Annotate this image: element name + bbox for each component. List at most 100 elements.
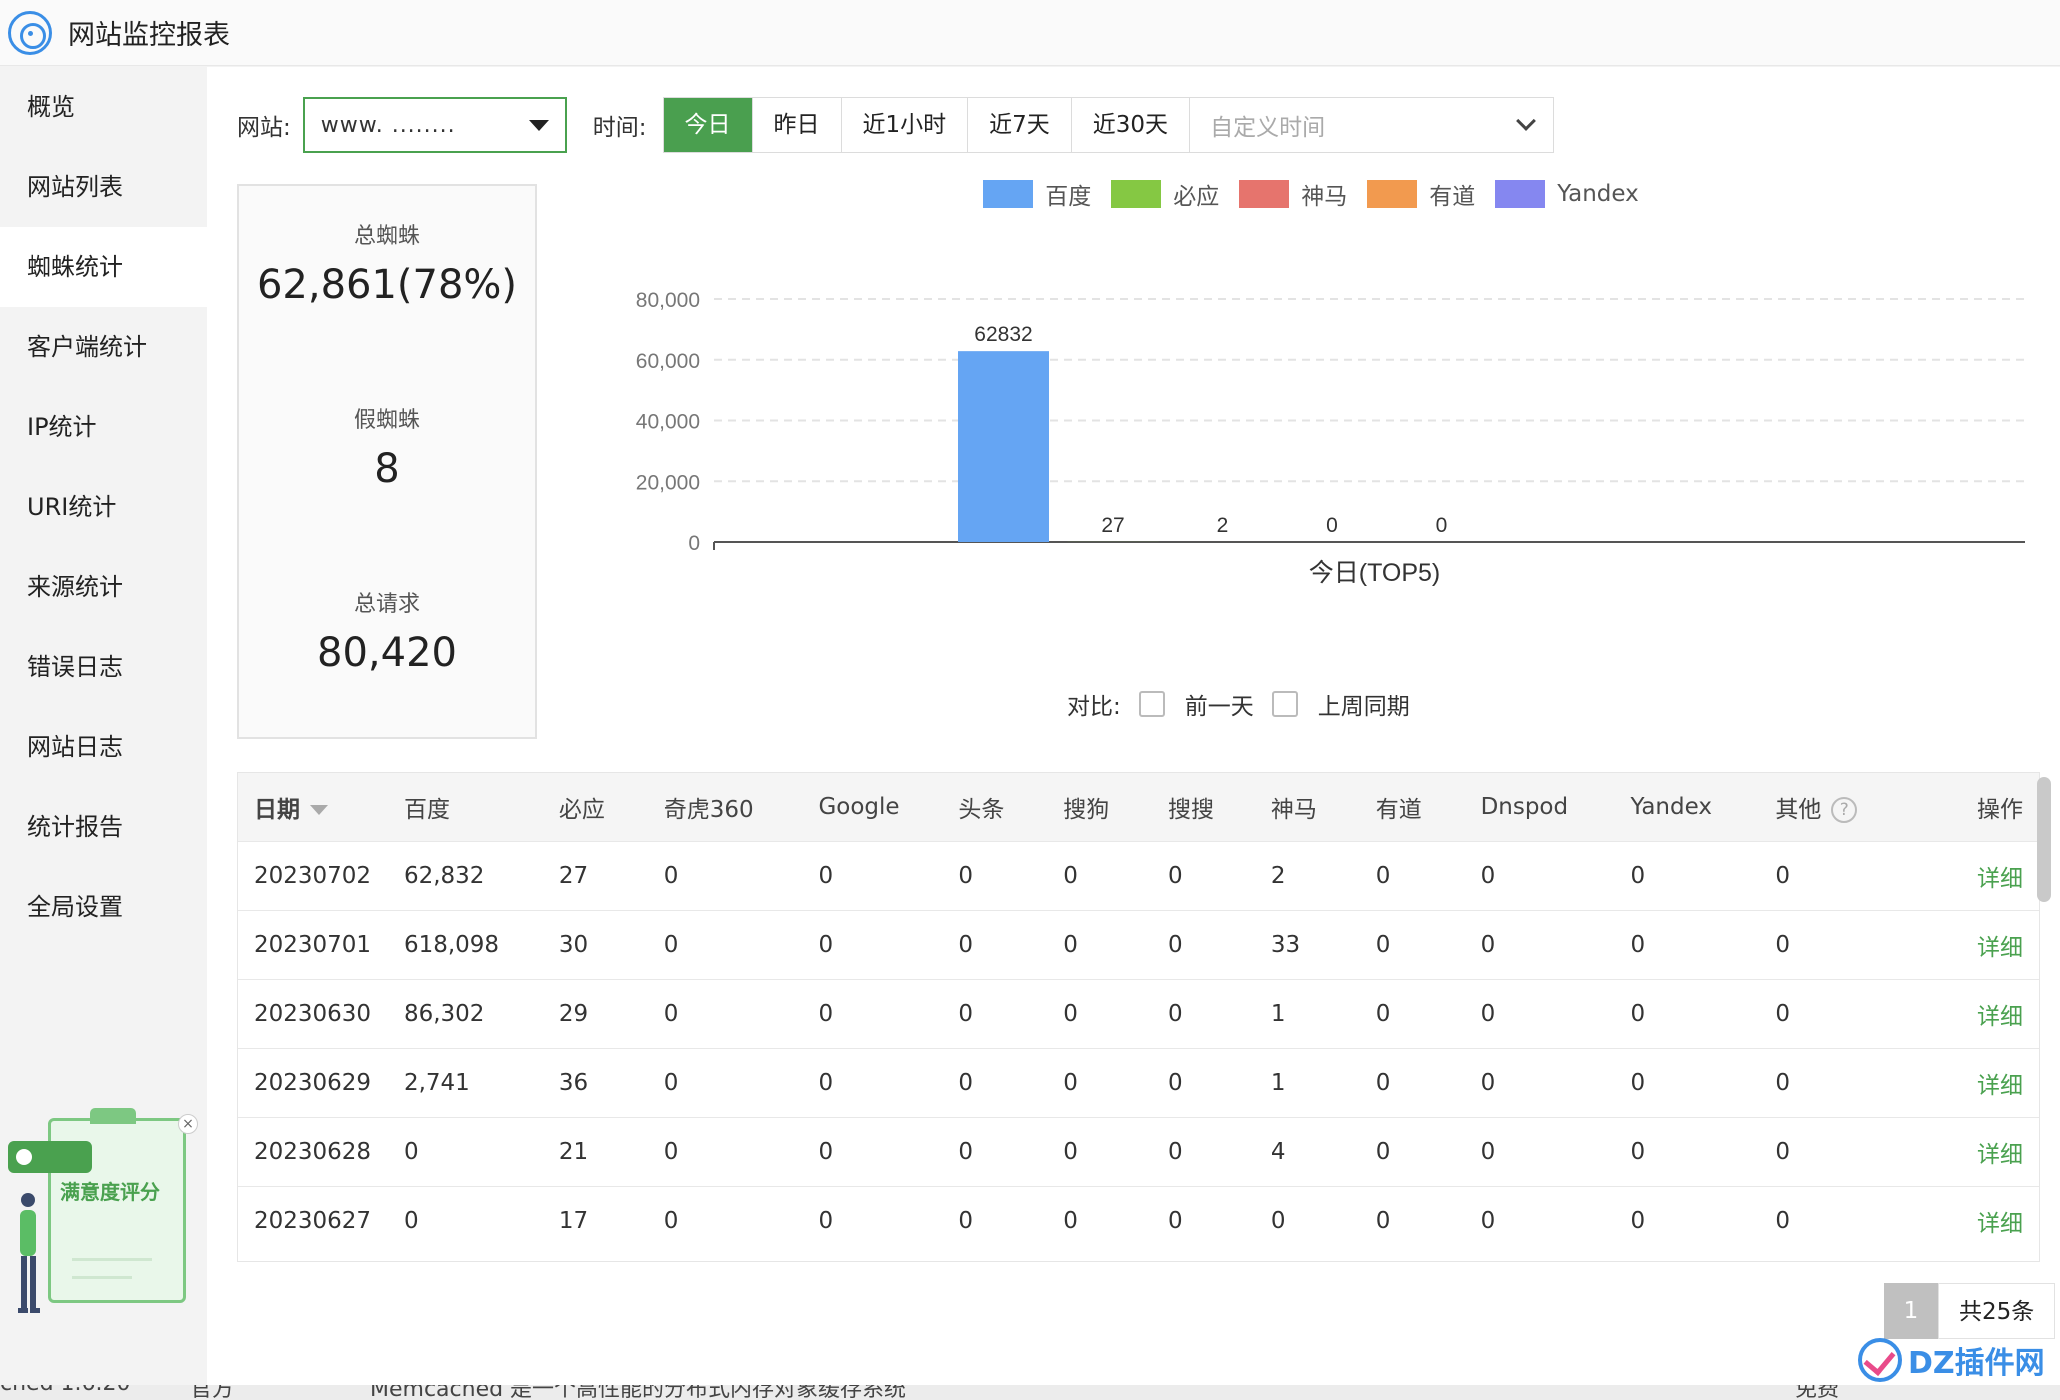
table-cell: 0 xyxy=(802,1185,943,1255)
table-cell: 0 xyxy=(1359,1185,1465,1255)
table-cell: 21 xyxy=(542,1116,648,1186)
table-cell: 0 xyxy=(942,840,1048,910)
table-cell: 0 xyxy=(1359,1116,1465,1186)
detail-link[interactable]: 详细 xyxy=(1929,978,2039,1048)
table-cell: 0 xyxy=(1614,840,1760,910)
table-cell: 0 xyxy=(1614,1047,1760,1117)
table-cell: 20230630 xyxy=(238,978,388,1048)
bar-chart-svg: 0 20,000 40,000 60,000 80,000 62832 27 2 0 0 今日(TO… xyxy=(636,289,2025,587)
sidebar-item[interactable]: 概览 xyxy=(0,67,207,147)
table-cell: 618,098 xyxy=(387,909,543,979)
detail-link[interactable]: 详细 xyxy=(1929,1116,2039,1186)
table-row: 20230701 618,098 30 0 0 0 0 0 33 0 0 0 0 详细 xyxy=(238,909,2039,979)
detail-link[interactable]: 详细 xyxy=(1929,1185,2039,1255)
bar-value-label: 0 xyxy=(1436,514,1448,537)
table-cell: 0 xyxy=(1152,1047,1255,1117)
sidebar-item[interactable]: 网站列表 xyxy=(0,147,207,227)
time-range-button[interactable]: 近7天 xyxy=(968,98,1072,152)
column-header: 有道 xyxy=(1360,773,1465,841)
table-cell: 0 xyxy=(647,1047,803,1117)
total-request-stat: 总请求 80,420 xyxy=(239,586,535,676)
table-cell: 0 xyxy=(1359,1047,1465,1117)
table-cell: 0 xyxy=(1759,1185,1930,1255)
time-range-group: 今日 昨日 近1小时 近7天 近30天 自定义时间 xyxy=(662,97,1555,153)
y-tick-label: 60,000 xyxy=(636,350,700,373)
table-row: 20230702 62,832 27 0 0 0 0 0 2 0 0 0 0 详细 xyxy=(238,840,2039,910)
sidebar-item[interactable]: IP统计 xyxy=(0,387,207,467)
table-cell: 0 xyxy=(1614,909,1760,979)
column-header-label: 搜搜 xyxy=(1168,796,1215,823)
table-cell: 0 xyxy=(1047,978,1153,1048)
compare-last-week-checkbox[interactable] xyxy=(1271,691,1298,717)
table-cell: 62,832 xyxy=(387,840,543,910)
table-cell: 0 xyxy=(1759,1047,1930,1117)
table-cell: 1 xyxy=(1254,1047,1360,1117)
table-cell: 0 xyxy=(1047,1047,1153,1117)
column-header: 百度 xyxy=(388,773,543,841)
site-select-value: www. ........ xyxy=(320,112,456,138)
table-cell: 0 xyxy=(942,909,1048,979)
watermark-text: DZ插件网 xyxy=(1908,1346,2045,1381)
time-range-button[interactable]: 近30天 xyxy=(1071,98,1191,152)
site-select[interactable]: www. ........ xyxy=(302,97,567,153)
stats-panel: 总蜘蛛 62,861(78%) 假蜘蛛 8 总请求 80,420 xyxy=(237,184,537,739)
bar-value-label: 2 xyxy=(1217,514,1229,537)
table-cell: 0 xyxy=(1047,1185,1153,1255)
column-header: 搜搜 xyxy=(1152,773,1255,841)
fake-spider-stat: 假蜘蛛 8 xyxy=(239,402,535,492)
time-range-button[interactable]: 近1小时 xyxy=(841,98,969,152)
column-header-label: 必应 xyxy=(558,796,605,823)
time-label: 时间: xyxy=(592,115,647,141)
sidebar-item[interactable]: URI统计 xyxy=(0,467,207,547)
toggle-badge-icon xyxy=(8,1141,92,1173)
table-cell: 0 xyxy=(1759,978,1930,1048)
table-cell: 17 xyxy=(542,1185,648,1255)
bg-source: 官方 xyxy=(190,1385,235,1400)
table-cell: 0 xyxy=(1152,909,1255,979)
sidebar-item[interactable]: 来源统计 xyxy=(0,547,207,627)
time-range-button[interactable]: 今日 xyxy=(663,98,753,152)
sidebar-item[interactable]: 蜘蛛统计 xyxy=(0,227,207,307)
compare-label: 对比: xyxy=(1067,694,1121,720)
compare-prev-day-checkbox[interactable] xyxy=(1138,691,1165,717)
sidebar-item[interactable]: 全局设置 xyxy=(0,867,207,947)
sidebar-item[interactable]: 网站日志 xyxy=(0,707,207,787)
column-header: 搜狗 xyxy=(1047,773,1152,841)
bar-value-label: 27 xyxy=(1101,514,1124,537)
bg-price: 免费 xyxy=(1795,1385,1840,1400)
table-scrollbar[interactable] xyxy=(2037,777,2051,902)
detail-link[interactable]: 详细 xyxy=(1929,1047,2039,1117)
time-range-button[interactable]: 昨日 xyxy=(752,98,842,152)
table-cell: 0 xyxy=(1759,909,1930,979)
card-line-icon xyxy=(72,1258,152,1261)
close-icon[interactable]: × xyxy=(178,1114,198,1134)
satisfaction-widget[interactable]: 满意度评分 × xyxy=(8,1108,198,1323)
sidebar-item[interactable]: 错误日志 xyxy=(0,627,207,707)
column-header-label: 神马 xyxy=(1270,796,1317,823)
help-icon[interactable]: ? xyxy=(1831,797,1858,824)
table-cell: 0 xyxy=(1614,1116,1760,1186)
sidebar-item[interactable]: 统计报告 xyxy=(0,787,207,867)
table-cell: 0 xyxy=(1152,1116,1255,1186)
detail-link[interactable]: 详细 xyxy=(1929,909,2039,979)
column-header[interactable]: 日期 xyxy=(238,773,388,841)
sort-caret-icon[interactable] xyxy=(310,805,328,816)
column-header: 其他? xyxy=(1759,773,1929,841)
custom-time-select[interactable]: 自定义时间 xyxy=(1190,98,1553,152)
sidebar-item[interactable]: 客户端统计 xyxy=(0,307,207,387)
column-header-label: 有道 xyxy=(1375,796,1422,823)
satisfaction-label: 满意度评分 xyxy=(60,1180,160,1204)
bar[interactable] xyxy=(958,351,1049,542)
main-content: 网站: www. ........ 时间: 今日 昨日 近1小时 近7天 近30天 自定… xyxy=(207,67,2060,1387)
column-header-label: 百度 xyxy=(403,796,450,823)
table-cell: 29 xyxy=(542,978,648,1048)
chevron-down-icon xyxy=(1516,111,1536,131)
total-request-label: 总请求 xyxy=(353,592,420,617)
app-title: 网站监控报表 xyxy=(68,20,230,51)
table-cell: 0 xyxy=(1464,1185,1615,1255)
table-cell: 0 xyxy=(1759,1116,1930,1186)
column-header: Dnspod xyxy=(1465,773,1615,841)
table-cell: 0 xyxy=(647,1185,803,1255)
column-header: 奇虎360 xyxy=(648,773,803,841)
detail-link[interactable]: 详细 xyxy=(1929,840,2039,910)
